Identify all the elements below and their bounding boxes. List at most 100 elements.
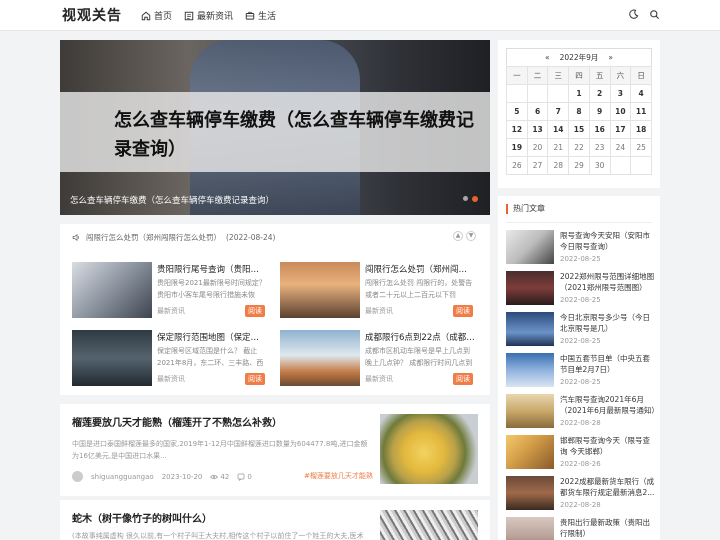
news-card[interactable]: 保定限行范围地图（保定限行范围地图2021） 保定限号区域范围是什么？ 截止20… xyxy=(72,330,268,386)
calendar-day[interactable]: 11 xyxy=(630,102,652,121)
calendar-day[interactable]: 17 xyxy=(609,120,632,139)
article-thumbnail[interactable] xyxy=(380,510,478,540)
hot-post-date: 2022-08-26 xyxy=(560,460,601,468)
article-author[interactable]: shiguangguangao xyxy=(91,473,154,481)
article-thumbnail[interactable] xyxy=(380,414,478,484)
news-card[interactable]: 成都限行6点到22点（成都限行时间） 成都市区机动车限号是早上几点到晚上几点钟？… xyxy=(280,330,476,386)
hot-post-thumbnail[interactable] xyxy=(506,353,554,387)
author-avatar[interactable] xyxy=(72,471,83,482)
hot-post-item[interactable]: 中国五套节目单（中央五套节目单2月7日） 2022-08-25 xyxy=(506,353,656,389)
hot-post-thumbnail[interactable] xyxy=(506,230,554,264)
hot-post-item[interactable]: 今日北京限号多少号（今日北京限号是几） 2022-08-25 xyxy=(506,312,656,348)
hot-post-thumbnail[interactable] xyxy=(506,271,554,305)
slider-dots xyxy=(463,195,478,202)
calendar-day[interactable]: 3 xyxy=(609,84,632,103)
hot-post-title[interactable]: 中国五套节目单（中央五套节目单2月7日） xyxy=(560,353,656,375)
article-title[interactable]: 榴莲要放几天才能熟（榴莲开了不熟怎么补救） xyxy=(72,414,282,429)
hot-post-title[interactable]: 邯郸限号查询今天（限号查询 今天邯郸） xyxy=(560,435,656,457)
hot-post-item[interactable]: 2022成都最新货车限行（成都货车限行规定最新消息2... 2022-08-28 xyxy=(506,476,656,512)
card-thumbnail[interactable] xyxy=(280,330,360,386)
calendar-day[interactable]: 2 xyxy=(588,84,611,103)
notice-bar[interactable]: 闯限行怎么处罚（郑州闯限行怎么处罚） (2022-08-24) xyxy=(72,232,275,243)
card-title[interactable]: 贵阳限行尾号查询（贵阳市限行尾号查询） xyxy=(157,263,267,275)
card-read-button[interactable]: 阅读 xyxy=(453,373,473,385)
hot-post-item[interactable]: 贵阳出行最新政策（贵阳出行限制） xyxy=(506,517,656,540)
card-category[interactable]: 最新资讯 xyxy=(365,306,393,316)
hot-post-thumbnail[interactable] xyxy=(506,312,554,346)
hot-post-thumbnail[interactable] xyxy=(506,394,554,428)
calendar-day[interactable]: 8 xyxy=(568,102,590,121)
card-category[interactable]: 最新资讯 xyxy=(157,306,185,316)
calendar-day[interactable]: 9 xyxy=(588,102,611,121)
hot-post-thumbnail[interactable] xyxy=(506,476,554,510)
calendar-next-button[interactable]: » xyxy=(608,53,613,62)
hot-post-thumbnail[interactable] xyxy=(506,517,554,540)
hot-post-item[interactable]: 2022郑州限号范围详细地图（2021郑州限号范围图） 2022-08-25 xyxy=(506,271,656,307)
hot-post-title[interactable]: 贵阳出行最新政策（贵阳出行限制） xyxy=(560,517,656,539)
calendar-day[interactable]: 15 xyxy=(568,120,590,139)
hot-post-title[interactable]: 2022郑州限号范围详细地图（2021郑州限号范围图） xyxy=(560,271,656,293)
card-title[interactable]: 保定限行范围地图（保定限行范围地图2021） xyxy=(157,331,267,343)
nav-latest-news[interactable]: 最新资讯 xyxy=(184,9,233,22)
hot-post-title[interactable]: 限号查询今天安阳（安阳市今日限号查询） xyxy=(560,230,656,252)
article-comments[interactable]: 0 xyxy=(237,473,252,481)
weekday: 日 xyxy=(630,66,652,85)
calendar-day[interactable]: 12 xyxy=(506,120,528,139)
home-icon xyxy=(141,11,151,20)
article-title[interactable]: 蛇木（树干像竹子的树叫什么） xyxy=(72,510,212,525)
news-card[interactable]: 贵阳限行尾号查询（贵阳市限行尾号查询） 贵阳限号2021最新限号时间规定？ 贵阳… xyxy=(72,262,268,318)
calendar-day[interactable]: 18 xyxy=(630,120,652,139)
notice-prev-button[interactable]: ▲ xyxy=(453,231,463,241)
calendar-day[interactable]: 6 xyxy=(526,102,549,121)
calendar-day[interactable]: 1 xyxy=(568,84,590,103)
hero-slider[interactable]: 怎么查车辆停车缴费（怎么查车辆停车缴费记录查询） 怎么查车辆停车缴费（怎么查车辆… xyxy=(60,40,490,215)
search-icon[interactable] xyxy=(649,9,660,20)
hot-post-title[interactable]: 今日北京限号多少号（今日北京限号是几） xyxy=(560,312,656,334)
hot-post-date: 2022-08-28 xyxy=(560,419,601,427)
slider-dot-1[interactable] xyxy=(463,196,468,201)
card-category[interactable]: 最新资讯 xyxy=(365,374,393,384)
card-category[interactable]: 最新资讯 xyxy=(157,374,185,384)
notice-next-button[interactable]: ▼ xyxy=(466,231,476,241)
card-read-button[interactable]: 阅读 xyxy=(245,373,265,385)
calendar-day[interactable]: 13 xyxy=(526,120,549,139)
card-desc: 贵阳限号2021最新限号时间规定？ 贵阳市小客车尾号限行措施未恢复，... xyxy=(157,279,266,299)
article-item[interactable]: 榴莲要放几天才能熟（榴莲开了不熟怎么补救） 中国是进口泰国鲜榴莲最多的国家,20… xyxy=(60,404,490,496)
hot-post-item[interactable]: 汽车限号查询2021年6月（2021年6月最新限号通知） 2022-08-28 xyxy=(506,394,656,430)
hot-post-item[interactable]: 限号查询今天安阳（安阳市今日限号查询） 2022-08-25 xyxy=(506,230,656,266)
card-read-button[interactable]: 阅读 xyxy=(245,305,265,317)
calendar-day[interactable]: 14 xyxy=(547,120,570,139)
calendar-day[interactable]: 10 xyxy=(609,102,632,121)
card-thumbnail[interactable] xyxy=(280,262,360,318)
slider-dot-2[interactable] xyxy=(472,195,478,202)
nav-home[interactable]: 首页 xyxy=(141,9,172,22)
dark-mode-icon[interactable] xyxy=(628,9,639,20)
calendar-day[interactable]: 4 xyxy=(630,84,652,103)
hot-post-item[interactable]: 邯郸限号查询今天（限号查询 今天邯郸） 2022-08-26 xyxy=(506,435,656,471)
calendar-day[interactable]: 19 xyxy=(506,138,528,157)
card-title[interactable]: 闯限行怎么处罚（郑州闯限行怎么处罚） xyxy=(365,263,475,275)
nav-latest-news-label: 最新资讯 xyxy=(197,12,234,22)
article-item[interactable]: 蛇木（树干像竹子的树叫什么） (本故事纯属虚构 很久以前,有一个村子叫王大夫村,… xyxy=(60,500,490,540)
card-title[interactable]: 成都限行6点到22点（成都限行时间） xyxy=(365,331,475,343)
slider-caption[interactable]: 怎么查车辆停车缴费（怎么查车辆停车缴费记录查询） xyxy=(70,194,274,206)
calendar-day[interactable]: 7 xyxy=(547,102,570,121)
news-card[interactable]: 闯限行怎么处罚（郑州闯限行怎么处罚） 闯限行怎么处罚 闯限行的，处警告或者二十元… xyxy=(280,262,476,318)
hot-post-title[interactable]: 2022成都最新货车限行（成都货车限行规定最新消息2... xyxy=(560,476,656,498)
calendar-day: 25 xyxy=(630,138,652,157)
site-header: 视观关告 首页 最新资讯 生活 xyxy=(0,0,720,31)
card-thumbnail[interactable] xyxy=(72,262,152,318)
calendar-widget: « 2022年9月 » 一 二 三 四 五 六 日 1 2 3 4 5 6 7 … xyxy=(498,40,660,188)
weekday: 二 xyxy=(526,66,549,85)
nav-life[interactable]: 生活 xyxy=(245,9,276,22)
card-thumbnail[interactable] xyxy=(72,330,152,386)
hot-post-thumbnail[interactable] xyxy=(506,435,554,469)
card-read-button[interactable]: 阅读 xyxy=(453,305,473,317)
calendar-week: 19 20 21 22 23 24 25 xyxy=(506,138,652,157)
calendar-day[interactable]: 5 xyxy=(506,102,528,121)
article-tag[interactable]: #榴莲要放几天才能熟 xyxy=(304,471,373,481)
calendar-prev-button[interactable]: « xyxy=(545,53,550,62)
site-logo[interactable]: 视观关告 xyxy=(62,5,122,25)
calendar-day[interactable]: 16 xyxy=(588,120,611,139)
hot-post-title[interactable]: 汽车限号查询2021年6月（2021年6月最新限号通知） xyxy=(560,394,656,416)
